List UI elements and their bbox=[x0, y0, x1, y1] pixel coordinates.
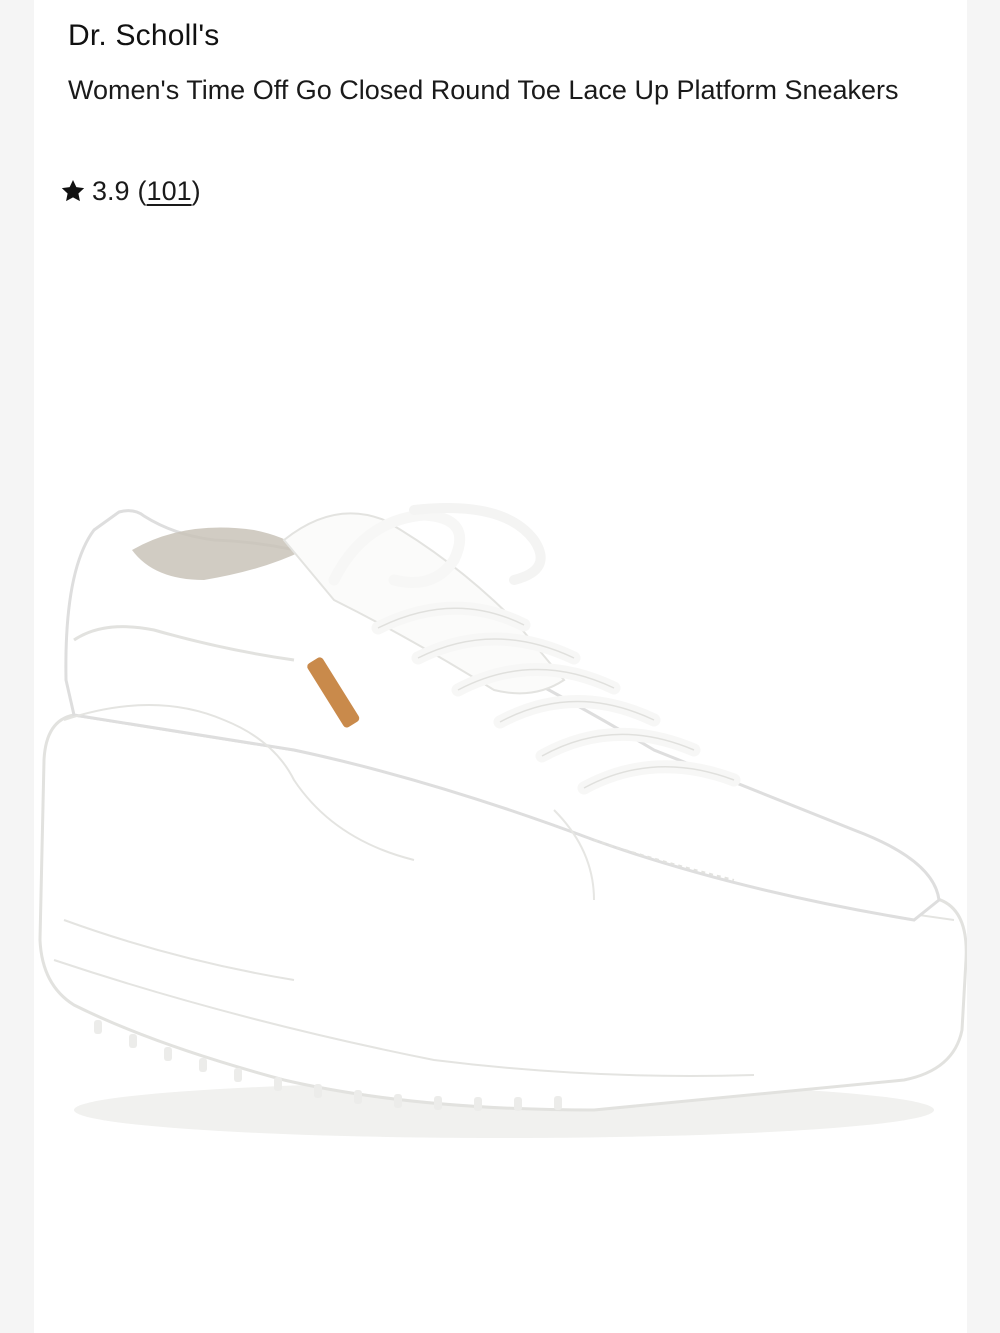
product-title[interactable]: Women's Time Off Go Closed Round Toe Lac… bbox=[68, 69, 908, 111]
product-card: Dr. Scholl's Women's Time Off Go Closed … bbox=[34, 0, 967, 1333]
rating-value: 3.9 bbox=[92, 175, 130, 206]
star-icon bbox=[61, 179, 85, 202]
rating-count-open-paren: ( bbox=[137, 175, 147, 206]
sneaker-image[interactable] bbox=[34, 420, 967, 1180]
product-brand[interactable]: Dr. Scholl's bbox=[68, 16, 220, 56]
rating-count-close-paren: ) bbox=[191, 175, 201, 206]
product-rating[interactable]: 3.9 (101) bbox=[60, 172, 201, 210]
review-count-link[interactable]: 101 bbox=[147, 176, 192, 207]
